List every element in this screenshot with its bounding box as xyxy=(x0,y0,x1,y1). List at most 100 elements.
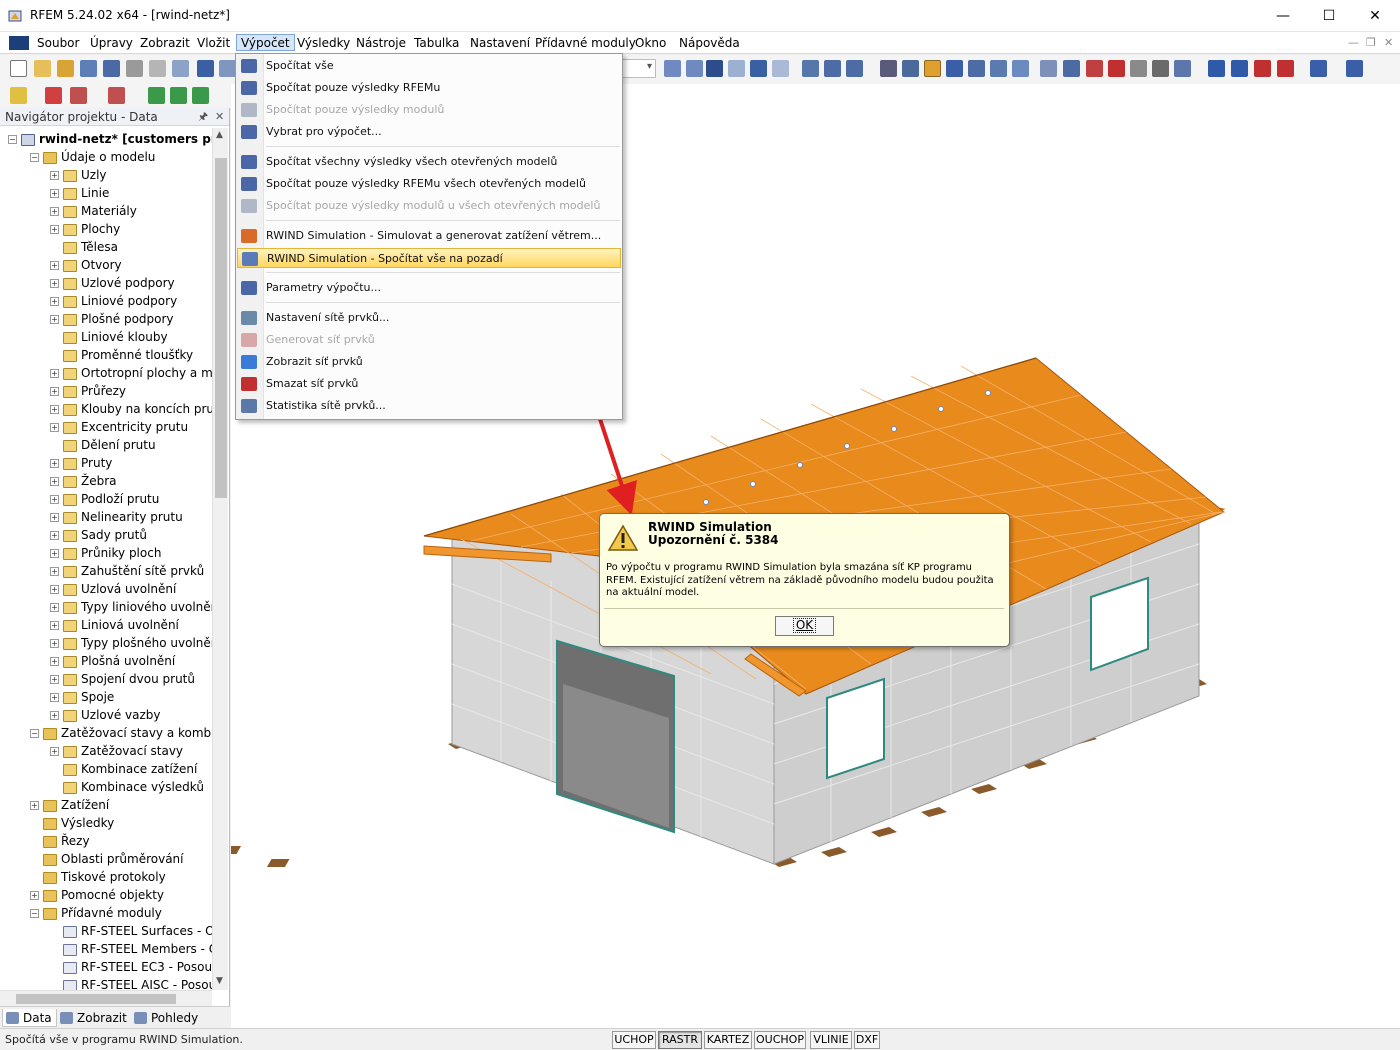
tree-addons[interactable]: − Přídavné moduly xyxy=(30,904,162,922)
expand-icon[interactable]: + xyxy=(50,225,59,234)
calc-menu-item[interactable]: Spočítat pouze výsledky RFEMu xyxy=(237,78,621,98)
tree-item[interactable]: + Zatěžovací stavy xyxy=(50,742,183,760)
menu-napoveda[interactable]: Nápověda xyxy=(675,35,744,52)
calc-menu-item[interactable]: RWIND Simulation - Spočítat vše na pozad… xyxy=(237,248,621,268)
menu-upravy[interactable]: Úpravy xyxy=(86,35,137,52)
node-insert-icon[interactable] xyxy=(10,87,27,104)
menu-zobrazit[interactable]: Zobrazit xyxy=(136,35,194,52)
expand-icon[interactable]: + xyxy=(30,891,39,900)
expand-icon[interactable]: + xyxy=(50,297,59,306)
mdi-minimize-button[interactable]: — xyxy=(1348,36,1359,49)
tree-item[interactable]: + Pomocné objekty xyxy=(30,886,164,904)
expand-icon[interactable]: + xyxy=(50,675,59,684)
settings-icon[interactable] xyxy=(1130,60,1147,77)
scale-icon[interactable] xyxy=(846,60,863,77)
monitor-icon[interactable] xyxy=(1310,60,1327,77)
calc-menu-item[interactable]: Smazat síť prvků xyxy=(237,374,621,394)
arc-insert-icon[interactable] xyxy=(108,87,125,104)
tree-item[interactable]: Oblasti průměrování xyxy=(30,850,184,868)
maximize-button[interactable]: ☐ xyxy=(1306,0,1352,32)
toggle-uchop[interactable]: UCHOP xyxy=(612,1031,656,1049)
toggle-ouchop[interactable]: OUCHOP xyxy=(754,1031,806,1049)
tree-item[interactable]: + Sady prutů xyxy=(50,526,147,544)
tree-project-root[interactable]: −rwind-netz* [customers proje xyxy=(8,130,212,148)
tree-item[interactable]: + Zatížení xyxy=(30,796,109,814)
tree-load-cases[interactable]: −Zatěžovací stavy a kombina xyxy=(30,724,212,742)
view-front-icon[interactable] xyxy=(1208,60,1225,77)
delete-icon[interactable] xyxy=(1108,60,1125,77)
tree-item[interactable]: Výsledky xyxy=(30,814,114,832)
values-icon[interactable] xyxy=(728,60,745,77)
navigator-vertical-scrollbar[interactable]: ▲ ▼ xyxy=(212,128,228,990)
collapse-icon[interactable]: − xyxy=(30,909,39,918)
ok-button[interactable]: OK xyxy=(775,616,834,636)
navigator-horizontal-scrollbar[interactable] xyxy=(0,990,212,1006)
undo-icon[interactable] xyxy=(197,60,214,77)
expand-icon[interactable]: + xyxy=(50,405,59,414)
tree-item[interactable]: Dělení prutu xyxy=(50,436,156,454)
tree-item[interactable]: + Průřezy xyxy=(50,382,126,400)
tab-pohledy[interactable]: Pohledy xyxy=(131,1009,202,1027)
mdi-close-button[interactable]: ✕ xyxy=(1384,36,1393,49)
extremes-icon[interactable] xyxy=(772,60,789,77)
tree-item[interactable]: + Uzlová uvolnění xyxy=(50,580,176,598)
animation-icon[interactable] xyxy=(802,60,819,77)
expand-icon[interactable]: + xyxy=(50,639,59,648)
expand-icon[interactable]: + xyxy=(50,279,59,288)
print-preview-icon[interactable] xyxy=(172,60,189,77)
expand-icon[interactable]: + xyxy=(50,387,59,396)
tree-item[interactable]: + Typy liniového uvolnění xyxy=(50,598,212,616)
member-insert-icon[interactable] xyxy=(70,87,87,104)
document-icon[interactable] xyxy=(9,36,29,50)
tree-item[interactable]: + Linie xyxy=(50,184,109,202)
node-icon[interactable] xyxy=(1040,60,1057,77)
expand-icon[interactable]: + xyxy=(50,207,59,216)
collapse-icon[interactable]: − xyxy=(30,153,39,162)
expand-icon[interactable]: + xyxy=(50,531,59,540)
deformation-icon[interactable] xyxy=(824,60,841,77)
minimize-button[interactable]: — xyxy=(1260,0,1306,32)
grid-icon[interactable] xyxy=(880,60,897,77)
calculator-icon[interactable] xyxy=(1152,60,1169,77)
tree-item[interactable]: RF-STEEL Members - Ol xyxy=(50,940,212,958)
toggle-vlinie[interactable]: VLINIE xyxy=(810,1031,852,1049)
menu-vysledky[interactable]: Výsledky xyxy=(293,35,354,52)
tree-item[interactable]: Řezy xyxy=(30,832,90,850)
tree-item[interactable]: Kombinace výsledků xyxy=(50,778,204,796)
tree-item[interactable]: + Nelinearity prutu xyxy=(50,508,183,526)
tree-item[interactable]: Tělesa xyxy=(50,238,118,256)
tree-item[interactable]: Tiskové protokoly xyxy=(30,868,166,886)
open-project-icon[interactable] xyxy=(57,60,74,77)
tree-item[interactable]: + Plošné podpory xyxy=(50,310,174,328)
tree-model-data[interactable]: − Údaje o modelu xyxy=(30,148,155,166)
save-icon[interactable] xyxy=(80,60,97,77)
line-insert-icon[interactable] xyxy=(45,87,62,104)
scroll-thumb[interactable] xyxy=(215,158,227,498)
window-layout-icon[interactable] xyxy=(1346,60,1363,77)
close-panel-icon[interactable]: ✕ xyxy=(215,108,224,126)
menu-okno[interactable]: Okno xyxy=(631,35,670,52)
tree-item[interactable]: + Ortotropní plochy a me xyxy=(50,364,212,382)
tree-item[interactable]: + Uzlové vazby xyxy=(50,706,161,724)
expand-icon[interactable]: + xyxy=(50,747,59,756)
collapse-icon[interactable]: − xyxy=(30,729,39,738)
load-icon[interactable] xyxy=(192,87,209,104)
menu-soubor[interactable]: Soubor xyxy=(33,35,83,52)
expand-icon[interactable]: + xyxy=(30,801,39,810)
tree-item[interactable]: + Plošná uvolnění xyxy=(50,652,175,670)
calc-menu-item[interactable]: Vybrat pro výpočet... xyxy=(237,122,621,142)
tree-item[interactable]: + Klouby na koncích prut xyxy=(50,400,212,418)
next-icon[interactable] xyxy=(686,60,703,77)
expand-icon[interactable]: + xyxy=(50,693,59,702)
tree-item[interactable]: + Excentricity prutu xyxy=(50,418,188,436)
expand-icon[interactable]: + xyxy=(50,477,59,486)
measure-icon[interactable] xyxy=(1012,60,1029,77)
show-values-icon[interactable] xyxy=(750,60,767,77)
tree-item[interactable]: + Spojení dvou prutů xyxy=(50,670,195,688)
select-window-icon[interactable] xyxy=(902,60,919,77)
pin-icon[interactable]: 🖈 xyxy=(198,108,208,126)
tree-item[interactable]: Proměnné tloušťky xyxy=(50,346,193,364)
results-on-off-icon[interactable] xyxy=(706,60,723,77)
previous-icon[interactable] xyxy=(664,60,681,77)
menu-vlozit[interactable]: Vložit xyxy=(193,35,234,52)
